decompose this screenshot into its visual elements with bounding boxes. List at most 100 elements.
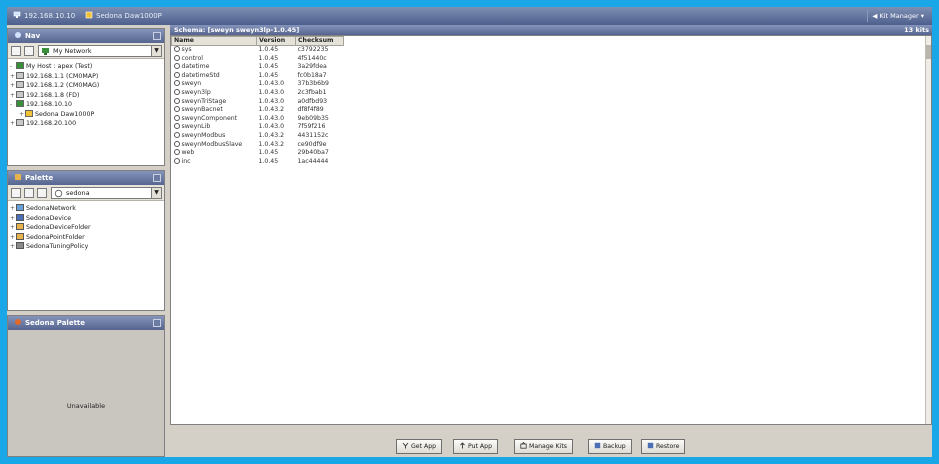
breadcrumb-device[interactable]: Sedona Daw1000P (85, 11, 162, 20)
nav-tree: - My Host : apex (Test) +192.168.1.1 (CM0M… (8, 59, 164, 132)
restore-button[interactable]: Restore (641, 439, 686, 454)
kit-name-cell: inc (172, 157, 257, 167)
kit-checksum: 7f59f216 (297, 123, 326, 131)
kit-checksum: a0dfbd93 (297, 97, 328, 105)
kit-name-cell: sweyn3lp (172, 88, 257, 98)
column-header-version[interactable]: Version (256, 36, 296, 46)
palette-item[interactable]: + SedonaTuningPolicy (10, 242, 162, 252)
kit-icon (173, 131, 180, 138)
nav-tree-item[interactable]: + Sedona Daw1000P (10, 109, 162, 120)
table-row[interactable]: datetime 1.0.45 3a29fdea (172, 63, 344, 72)
table-row[interactable]: control 1.0.45 4f51440c (172, 54, 344, 64)
kit-version: 1.0.43.0 (258, 114, 285, 122)
kit-table: Name Version Checksum sys 1.0.45 c3792235 c… (171, 36, 344, 166)
nav-tree-item[interactable]: -192.168.10.10 (10, 100, 162, 110)
kit-checksum: 4431152c (297, 131, 329, 139)
kit-icon (173, 149, 180, 156)
kit-checksum: df8f4f89 (297, 106, 324, 114)
network-icon (42, 48, 49, 55)
component-icon (16, 204, 24, 211)
column-header-checksum[interactable]: Checksum (295, 36, 344, 46)
kit-checksum: 29b40ba7 (297, 149, 329, 157)
table-row[interactable]: sweynModbusSlave 1.0.43.2 ce90df9e (172, 140, 344, 150)
kit-name: sweynModbusSlave (181, 140, 243, 148)
table-row[interactable]: sweyn 1.0.43.0 37b3b6b9 (172, 80, 344, 89)
table-row[interactable]: datetimeStd 1.0.45 fc0b18a7 (172, 71, 344, 81)
nav-tree-label: 192.168.10.10 (26, 101, 73, 108)
kit-icon (173, 88, 180, 95)
open-palette-icon[interactable] (11, 188, 21, 198)
kit-version: 1.0.45 (258, 46, 279, 53)
kit-name: sweynBacnet (181, 106, 223, 114)
nav-tree-label: Sedona Daw1000P (35, 110, 95, 118)
component-icon (16, 242, 24, 249)
palette-item-label: SedonaNetwork (26, 205, 76, 212)
put-app-button[interactable]: Put App (453, 439, 499, 454)
scrollbar-thumb[interactable] (926, 45, 931, 59)
palette-select[interactable]: sedona ▼ (51, 187, 162, 199)
nav-tree-label: My Host : apex (Test) (26, 63, 93, 70)
table-row[interactable]: inc 1.0.45 1ac44444 (172, 157, 344, 167)
close-palette-icon[interactable] (24, 188, 34, 198)
breadcrumb-host[interactable]: 192.168.10.10 (13, 11, 75, 20)
minimize-icon[interactable] (153, 32, 161, 40)
kit-name-cell: sweynLib (172, 123, 257, 132)
copy-icon[interactable] (24, 46, 34, 56)
palette-item[interactable]: + SedonaDeviceFolder (10, 223, 162, 233)
table-row[interactable]: sweynBacnet 1.0.43.2 df8f4f89 (172, 106, 344, 115)
nav-panel-title: Nav (8, 29, 164, 43)
refresh-icon[interactable] (37, 188, 47, 198)
nav-toolbar: My Network ▼ (8, 43, 164, 59)
palette-item[interactable]: + SedonaDevice (10, 213, 162, 224)
component-icon (16, 232, 24, 240)
chevron-down-icon[interactable]: ▼ (151, 46, 161, 56)
palette-item[interactable]: + SedonaNetwork (10, 204, 162, 214)
download-icon (402, 442, 409, 449)
nav-panel: Nav My Network ▼ - My Host : apex (Test) +… (7, 28, 165, 166)
table-row[interactable]: web 1.0.45 29b40ba7 (172, 149, 344, 158)
kit-name-cell: sweynModbusSlave (172, 140, 257, 150)
kit-icon (173, 140, 180, 147)
kit-name: control (181, 54, 203, 62)
kit-version: 1.0.45 (258, 63, 279, 71)
kit-manager-view-button[interactable]: ◀ Kit Manager ▾ (867, 10, 928, 22)
table-row[interactable]: sweynComponent 1.0.43.0 9eb09b35 (172, 114, 344, 124)
palette-panel-title: Palette (8, 171, 164, 185)
device-icon (85, 11, 93, 19)
kit-icon (54, 189, 63, 198)
kit-name-cell: sweynComponent (172, 114, 257, 124)
table-row[interactable]: sys 1.0.45 c3792235 (172, 46, 344, 55)
minimize-icon[interactable] (153, 174, 161, 182)
manage-kits-button[interactable]: Manage Kits (514, 439, 573, 454)
chevron-down-icon[interactable]: ▼ (151, 188, 161, 198)
nav-tree-item[interactable]: +192.168.1.2 (CM0MAG) (10, 81, 162, 91)
palette-toolbar: sedona ▼ (8, 185, 164, 201)
palette-item-label: SedonaDeviceFolder (26, 224, 91, 231)
kit-version: 1.0.43.0 (258, 97, 285, 105)
palette-item[interactable]: + SedonaPointFolder (10, 232, 162, 243)
nav-tree-item[interactable]: +192.168.20.100 (10, 119, 162, 129)
vertical-scrollbar[interactable] (925, 36, 931, 424)
table-row[interactable]: sweynModbus 1.0.43.2 4431152c (172, 131, 344, 141)
component-icon (16, 213, 24, 221)
minimize-icon[interactable] (153, 319, 161, 327)
kit-name-cell: control (172, 54, 257, 64)
nav-root-select[interactable]: My Network ▼ (38, 45, 162, 57)
kit-table-body: sys 1.0.45 c3792235 control 1.0.45 4f51440c da… (172, 46, 344, 167)
new-icon[interactable] (11, 46, 21, 56)
nav-tree-item[interactable]: +192.168.1.8 (FD) (10, 90, 162, 101)
kit-name-cell: sys (172, 46, 257, 55)
nav-tree-item[interactable]: +192.168.1.1 (CM0MAP) (10, 71, 162, 82)
table-row[interactable]: sweyn3lp 1.0.43.0 2c3fbab1 (172, 88, 344, 98)
kit-icon (173, 106, 180, 113)
table-row[interactable]: sweynTriStage 1.0.43.0 a0dfbd93 (172, 97, 344, 107)
kit-icon (173, 54, 180, 61)
column-header-name[interactable]: Name (171, 36, 257, 46)
kit-version: 1.0.43.2 (258, 140, 285, 148)
kit-version: 1.0.45 (258, 54, 279, 62)
backup-button[interactable]: Backup (588, 439, 632, 454)
kit-icon (173, 123, 180, 130)
get-app-button[interactable]: Get App (396, 439, 443, 454)
table-row[interactable]: sweynLib 1.0.43.0 7f59f216 (172, 123, 344, 132)
nav-tree-item[interactable]: - My Host : apex (Test) (10, 62, 162, 72)
